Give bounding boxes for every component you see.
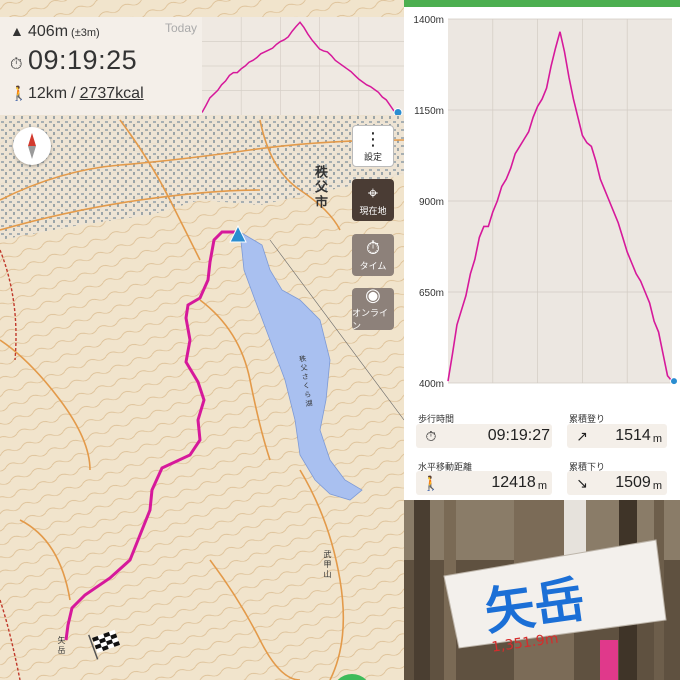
altitude-row: ▲ 406m (±3m) <box>10 23 100 41</box>
compass-button[interactable] <box>13 127 51 165</box>
y-tick-label: 1150m <box>414 106 444 117</box>
ascent-card: ↗ 1514 m <box>567 424 667 448</box>
peak-label: 矢岳 <box>57 636 66 656</box>
walker-icon: 🚶 <box>422 474 440 491</box>
mountain-icon: ▲ <box>10 23 24 39</box>
timer-button[interactable]: ⏱ タイム <box>352 234 394 276</box>
ascent-value: 1514 <box>615 427 651 444</box>
altitude-value: 406m <box>28 23 69 40</box>
timer-label: タイム <box>359 260 387 271</box>
distance-value: 12km <box>28 85 68 102</box>
settings-label: 設定 <box>363 151 382 162</box>
mini-elevation-chart <box>202 17 404 115</box>
globe-icon: ◉ <box>365 285 381 305</box>
y-tick-label: 1400m <box>413 15 444 26</box>
summit-sign-photo: 矢岳 1,351.9m <box>404 500 680 680</box>
walking-time-value: 09:19:27 <box>487 427 550 444</box>
elevation-panel: 1400m 1150m 900m 650m 400m 歩行時間 ⏱ 09:19:27 累… <box>404 0 680 500</box>
arrow-up-right-icon: ↗ <box>576 427 588 444</box>
elevation-chart: 1400m 1150m 900m 650m 400m <box>413 15 678 390</box>
more-vertical-icon: ⋮ <box>364 128 382 149</box>
stopwatch-icon: ⏱ <box>365 237 381 258</box>
current-location-label: 現在地 <box>359 205 387 216</box>
altitude-accuracy: (±3m) <box>71 27 100 39</box>
elapsed-time-value: 09:19:25 <box>28 45 138 75</box>
stats-header: Today ▲ 406m (±3m) ⏱ 09:19:25 🚶 12km / 2… <box>0 17 404 115</box>
y-tick-label: 900m <box>419 197 444 208</box>
map-panel[interactable]: 秩父市 秩父さくら湖 矢岳 武甲山 Today ▲ 406m (±3m) ⏱ 0… <box>0 0 404 680</box>
ascent-unit: m <box>652 433 662 445</box>
distance-separator: / <box>71 85 76 102</box>
calories-link[interactable]: 2737kcal <box>80 85 144 103</box>
mini-elevation-line <box>202 21 399 114</box>
distance-value: 12418 <box>491 474 536 491</box>
summit-photo: 矢岳 1,351.9m <box>404 500 680 680</box>
current-location-button[interactable]: ⌖ 現在地 <box>352 179 394 221</box>
online-label: オンライン <box>352 308 389 331</box>
elapsed-time-row: ⏱ 09:19:25 <box>10 45 137 76</box>
stopwatch-icon: ⏱ <box>425 427 437 444</box>
mountain-label: 武甲山 <box>323 550 332 580</box>
descent-card: ↘ 1509 m <box>567 471 667 495</box>
online-button[interactable]: ◉ オンライン <box>352 285 394 331</box>
city-label: 秩父市 <box>313 165 328 210</box>
distance-row: 🚶 12km / 2737kcal <box>10 85 144 103</box>
walker-icon: 🚶 <box>10 85 28 101</box>
descent-unit: m <box>652 480 662 492</box>
top-accent-bar <box>404 0 680 7</box>
mini-end-point-marker <box>393 108 403 115</box>
compass-icon <box>28 133 36 159</box>
distance-card: 🚶 12418 m <box>416 471 552 495</box>
arrow-down-right-icon: ↘ <box>576 474 588 491</box>
end-point-marker <box>670 377 678 386</box>
stopwatch-icon: ⏱ <box>10 56 23 73</box>
settings-button[interactable]: ⋮ 設定 <box>352 125 394 167</box>
y-tick-label: 650m <box>419 288 444 299</box>
distance-unit: m <box>537 480 547 492</box>
y-tick-label: 400m <box>419 379 444 390</box>
descent-value: 1509 <box>615 474 651 491</box>
crosshair-icon: ⌖ <box>367 182 379 203</box>
walking-time-card: ⏱ 09:19:27 <box>416 424 552 448</box>
today-label: Today <box>165 21 198 35</box>
